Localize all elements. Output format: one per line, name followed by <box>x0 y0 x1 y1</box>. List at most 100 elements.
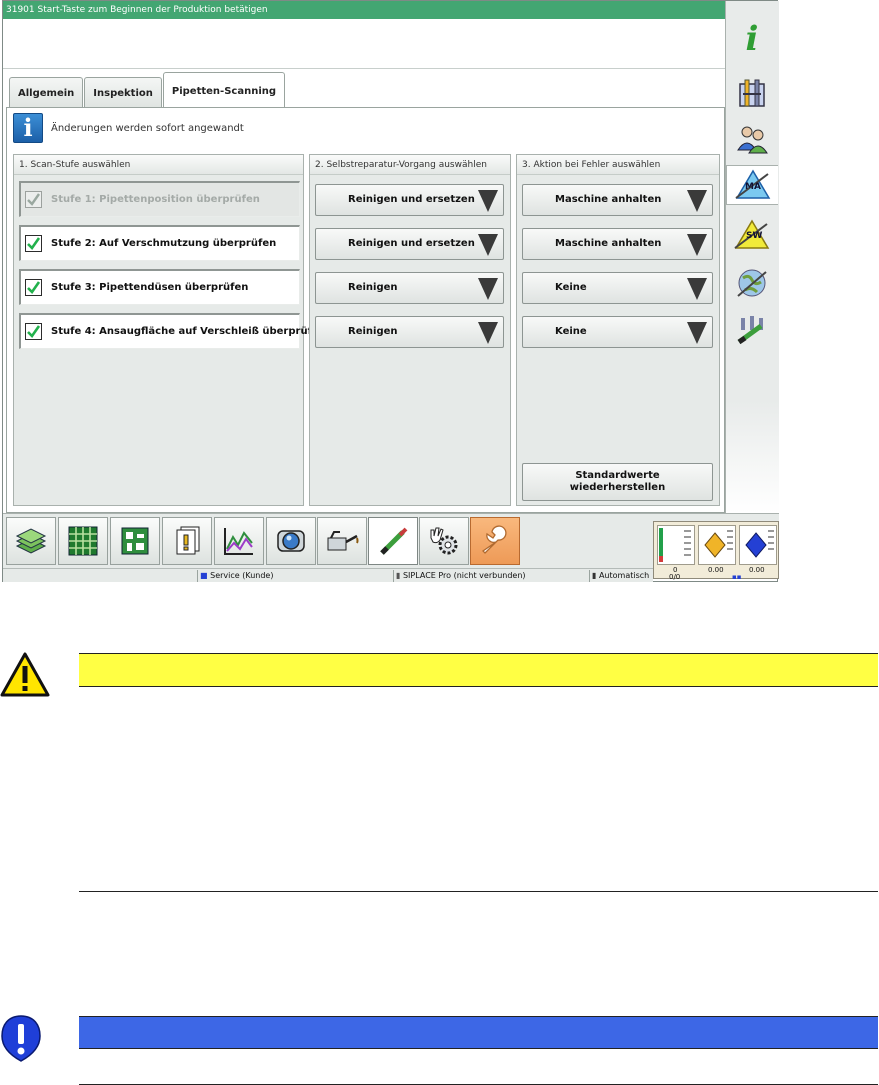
tab-content: i Änderungen werden sofort angewandt 1. … <box>6 107 725 513</box>
stage-3-checkbox[interactable]: Stufe 3: Pipettendüsen überprüfen <box>19 269 300 305</box>
tab-inspektion[interactable]: Inspektion <box>84 77 162 108</box>
tab-allgemein[interactable]: Allgemein <box>9 77 84 108</box>
toolbar-chart-button[interactable] <box>214 517 264 565</box>
info-icon: i <box>745 19 759 59</box>
error-action-dropdown-1[interactable]: Maschine anhalten <box>522 184 713 216</box>
tab-bar: Allgemein Inspektion Pipetten-Scanning <box>9 71 286 109</box>
dropdown-value: Maschine anhalten <box>555 238 662 249</box>
self-repair-dropdown-3[interactable]: Reinigen <box>315 272 504 304</box>
dropdown-arrow-icon <box>478 322 498 344</box>
toolbar-warning-card-button[interactable] <box>162 517 212 565</box>
scan-stage-panel-title: 1. Scan-Stufe auswählen <box>14 155 303 175</box>
dropdown-value: Reinigen und ersetzen <box>348 238 475 249</box>
dropdown-value: Reinigen <box>348 326 398 337</box>
status-bar: ■ Service (Kunde) ▮ SIPLACE Pro (nicht v… <box>3 568 653 582</box>
dropdown-arrow-icon <box>687 278 707 300</box>
wrench-icon <box>481 525 507 554</box>
info-message: Änderungen werden sofort angewandt <box>51 123 244 134</box>
checkmark-icon <box>25 323 42 340</box>
chart-icon <box>224 528 253 555</box>
self-repair-dropdown-4[interactable]: Reinigen <box>315 316 504 348</box>
dropdown-value: Keine <box>555 326 587 337</box>
nav-pipette-button[interactable] <box>728 309 776 349</box>
scan-stage-panel: 1. Scan-Stufe auswählen Stufe 1: Pipette… <box>13 154 326 506</box>
nav-info-button[interactable]: i <box>728 19 776 59</box>
self-repair-dropdown-1[interactable]: Reinigen und ersetzen <box>315 184 504 216</box>
globe-icon <box>737 269 767 297</box>
widget-subvalue: 0/0 <box>669 573 681 581</box>
camera-icon <box>277 530 305 552</box>
error-action-dropdown-3[interactable]: Keine <box>522 272 713 304</box>
connector-icon: ▪▪ <box>732 573 742 581</box>
grid-icon <box>68 526 98 556</box>
toolbar-hand-gear-button[interactable] <box>419 517 469 565</box>
dropdown-arrow-icon <box>687 190 707 212</box>
nav-ma-button[interactable]: MA <box>726 165 778 205</box>
dropdown-arrow-icon <box>687 234 707 256</box>
self-repair-panel: 2. Selbstreparatur-Vorgang auswählen Rei… <box>309 154 511 506</box>
divider-line <box>79 891 878 892</box>
stage-2-checkbox[interactable]: Stufe 2: Auf Verschmutzung überprüfen <box>19 225 300 261</box>
server-icon: ▮ <box>396 571 401 580</box>
warning-icon <box>0 652 50 697</box>
stage-4-checkbox[interactable]: Stufe 4: Ansaugfläche auf Verschleiß übe… <box>19 313 326 349</box>
status-mode: ▮ Automatisch <box>589 570 653 582</box>
stage-2-label: Stufe 2: Auf Verschmutzung überprüfen <box>51 238 277 249</box>
ma-label: MA <box>745 182 761 192</box>
dropdown-value: Keine <box>555 282 587 293</box>
tab-pipetten-scanning[interactable]: Pipetten-Scanning <box>162 72 286 109</box>
oilcan-icon <box>327 531 359 551</box>
error-action-dropdown-4[interactable]: Keine <box>522 316 713 348</box>
blue-gauge <box>739 525 777 565</box>
dropdown-arrow-icon <box>478 278 498 300</box>
dropdown-value: Reinigen <box>348 282 398 293</box>
status-connection-label: SIPLACE Pro (nicht verbunden) <box>402 571 526 580</box>
checkmark-icon <box>25 235 42 252</box>
app-window: 31901 Start-Taste zum Beginnen der Produ… <box>2 0 779 582</box>
toolbar-camera-button[interactable] <box>266 517 316 565</box>
status-mode-label: Automatisch <box>598 571 650 580</box>
error-action-panel-title: 3. Aktion bei Fehler auswählen <box>517 155 719 175</box>
toolbar-grid-button[interactable] <box>58 517 108 565</box>
dropdown-arrow-icon <box>687 322 707 344</box>
user-icon: ■ <box>200 571 208 580</box>
error-action-dropdown-2[interactable]: Maschine anhalten <box>522 228 713 260</box>
important-note-icon <box>1 1015 41 1062</box>
users-icon <box>737 126 768 154</box>
restore-defaults-button[interactable]: Standardwerte wiederherstellen <box>522 463 713 501</box>
nav-machine-button[interactable] <box>728 73 776 113</box>
toolbar-oilcan-button[interactable] <box>317 517 367 565</box>
important-note-header-bar <box>79 1016 878 1049</box>
performance-widget: 0 0.00 0.00 0/0 ▪▪ <box>653 521 779 581</box>
warning-header-bar <box>79 653 878 687</box>
placement-gauge <box>657 525 695 565</box>
dropdown-arrow-icon <box>478 190 498 212</box>
status-user: ■ Service (Kunde) <box>197 570 390 582</box>
dropdown-arrow-icon <box>478 234 498 256</box>
stack-icon <box>15 528 47 554</box>
status-connection: ▮ SIPLACE Pro (nicht verbunden) <box>393 570 586 582</box>
nav-users-button[interactable] <box>728 119 776 159</box>
self-repair-dropdown-2[interactable]: Reinigen und ersetzen <box>315 228 504 260</box>
checkmark-icon <box>25 279 42 296</box>
widget-value-3: 0.00 <box>749 566 765 574</box>
toolbar-stack-button[interactable] <box>6 517 56 565</box>
stage-1-label: Stufe 1: Pipettenposition überprüfen <box>51 194 260 205</box>
info-icon: i <box>13 113 43 143</box>
error-action-panel: 3. Aktion bei Fehler auswählen Maschine … <box>516 154 720 506</box>
status-user-label: Service (Kunde) <box>210 571 274 580</box>
machine-icon <box>739 79 765 107</box>
self-repair-panel-title: 2. Selbstreparatur-Vorgang auswählen <box>310 155 510 175</box>
nav-sw-button[interactable]: SW <box>728 215 776 255</box>
nav-globe-button[interactable] <box>728 263 776 303</box>
stage-3-label: Stufe 3: Pipettendüsen überprüfen <box>51 282 249 293</box>
message-title-bar: 31901 Start-Taste zum Beginnen der Produ… <box>3 1 725 19</box>
pipette-tool-icon <box>380 527 408 555</box>
toolbar-wrench-button[interactable] <box>470 517 520 565</box>
hand-gear-icon <box>430 527 458 555</box>
dropdown-value: Reinigen und ersetzen <box>348 194 475 205</box>
yellow-gauge <box>698 525 736 565</box>
warning-card-icon <box>176 526 200 555</box>
toolbar-board-button[interactable] <box>110 517 160 565</box>
toolbar-pipette-button[interactable] <box>368 517 418 565</box>
